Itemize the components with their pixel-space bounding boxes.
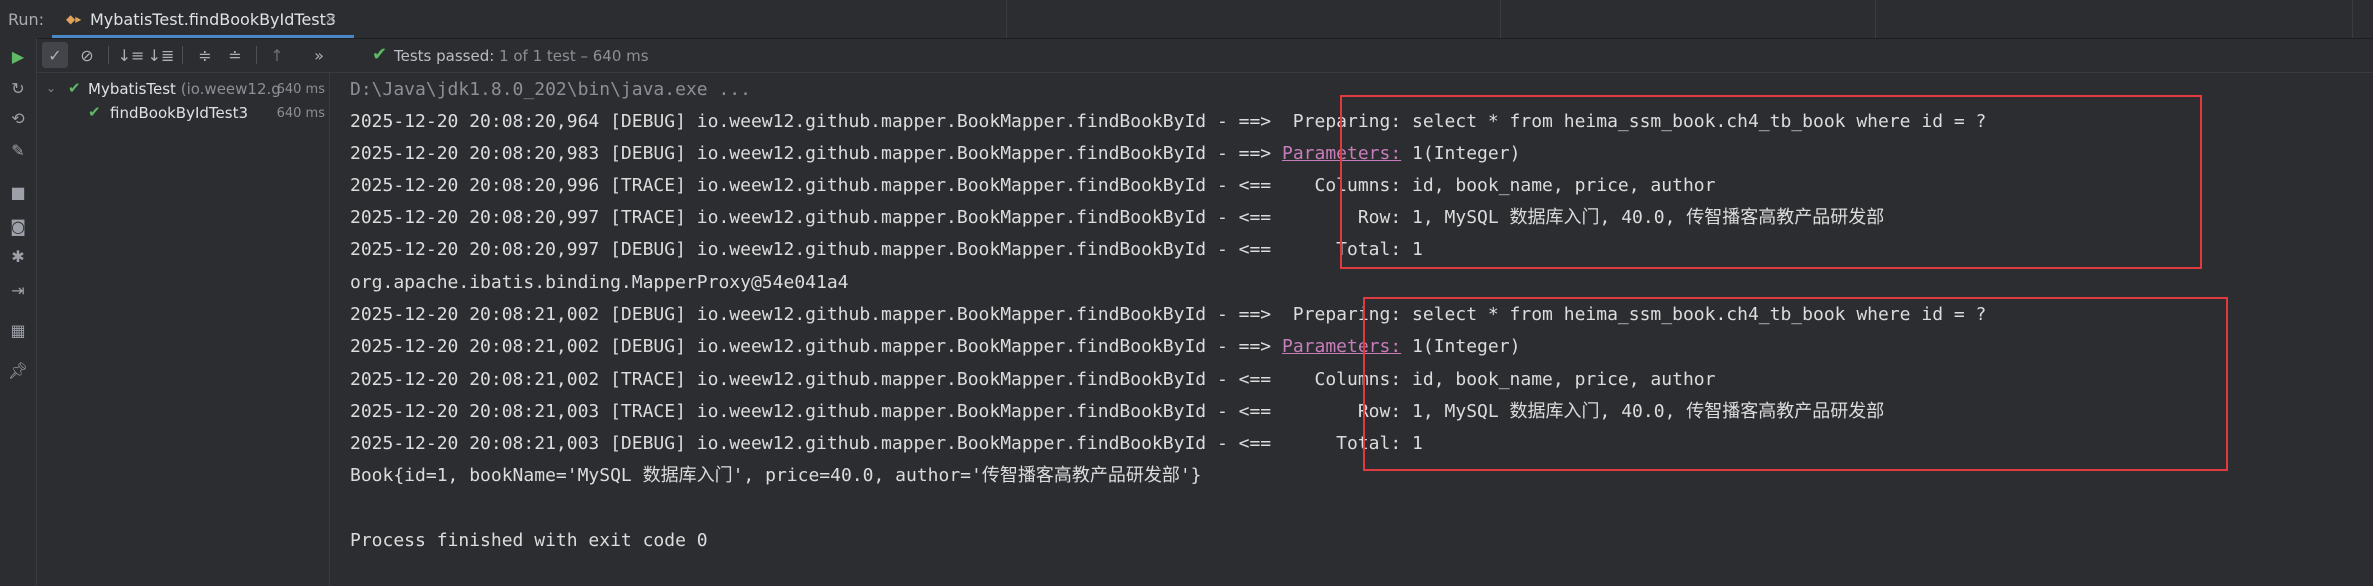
console-text: 2025-12-20 20:08:20,983 [DEBUG] io.weew1… bbox=[350, 143, 1282, 164]
chevron-down-icon[interactable]: ⌄ bbox=[46, 81, 56, 95]
stop-icon[interactable]: ■ bbox=[6, 180, 30, 204]
more-icon[interactable]: » bbox=[306, 42, 332, 68]
sort-alpha-icon[interactable]: ↓≡ bbox=[118, 42, 145, 68]
toolbar-divider bbox=[108, 46, 109, 64]
toggle-auto-test-icon[interactable]: ⟲ bbox=[6, 106, 30, 130]
tab-run-configuration[interactable]: ◆▸ MybatisTest.findBookByIdTest3 × bbox=[52, 0, 354, 38]
test-method-label: findBookByIdTest3 bbox=[110, 104, 249, 122]
toolbar-divider bbox=[256, 46, 257, 64]
check-icon: ✔ bbox=[68, 79, 81, 97]
run-tool-window-header: Run: ◆▸ MybatisTest.findBookByIdTest3 × bbox=[0, 0, 2373, 39]
close-icon[interactable]: × bbox=[324, 9, 337, 28]
test-tree: ⌄ ✔ MybatisTest (io.weew12.g 640 ms ✔ fi… bbox=[36, 73, 330, 586]
console-text: Book{id=1, bookName='MySQL 数据库入门', price… bbox=[350, 465, 1202, 486]
status-passed-label: Tests passed: bbox=[394, 47, 495, 65]
test-status: Tests passed: 1 of 1 test – 640 ms bbox=[394, 47, 649, 65]
expand-all-icon[interactable]: ≑ bbox=[192, 42, 218, 68]
tab-title: MybatisTest.findBookByIdTest3 bbox=[90, 10, 337, 29]
test-tree-item[interactable]: ✔ findBookByIdTest3 640 ms bbox=[36, 101, 329, 125]
test-class-package: (io.weew12.g bbox=[180, 80, 281, 98]
console-line: 2025-12-20 20:08:20,997 [DEBUG] io.weew1… bbox=[350, 238, 1423, 262]
highlight-box bbox=[1363, 297, 2228, 471]
wrench-icon[interactable]: ✎ bbox=[6, 138, 30, 162]
console-line: 2025-12-20 20:08:21,003 [DEBUG] io.weew1… bbox=[350, 432, 1423, 456]
camera-icon[interactable]: ◙ bbox=[6, 214, 30, 238]
toolbar-divider bbox=[182, 46, 183, 64]
test-method-duration: 640 ms bbox=[276, 106, 325, 121]
console-text: 2025-12-20 20:08:21,003 [DEBUG] io.weew1… bbox=[350, 433, 1423, 454]
console-line: Process finished with exit code 0 bbox=[350, 529, 708, 553]
console-text: org.apache.ibatis.binding.MapperProxy@54… bbox=[350, 272, 849, 293]
console-line: org.apache.ibatis.binding.MapperProxy@54… bbox=[350, 271, 849, 295]
header-divider bbox=[1875, 0, 1876, 38]
check-icon: ✔ bbox=[372, 44, 388, 65]
debug-icon[interactable]: ✱ bbox=[6, 244, 30, 268]
rerun-failed-icon[interactable]: ↻ bbox=[6, 76, 30, 100]
console-line: 2025-12-20 20:08:21,002 [DEBUG] io.weew1… bbox=[350, 335, 1520, 359]
show-passed-icon[interactable]: ✓ bbox=[42, 42, 68, 68]
highlight-box bbox=[1340, 95, 2202, 269]
exit-icon[interactable]: ⇥ bbox=[6, 278, 30, 302]
console-text: 2025-12-20 20:08:20,997 [DEBUG] io.weew1… bbox=[350, 239, 1423, 260]
console-text: Process finished with exit code 0 bbox=[350, 530, 708, 551]
layout-icon[interactable]: ▦ bbox=[6, 318, 30, 342]
run-label: Run: bbox=[8, 10, 45, 29]
run-icon[interactable]: ▶ bbox=[6, 44, 30, 68]
check-icon: ✔ bbox=[88, 103, 101, 121]
status-count: 1 of 1 test – 640 ms bbox=[499, 47, 649, 65]
console-line: Book{id=1, bookName='MySQL 数据库入门', price… bbox=[350, 464, 1202, 488]
show-ignored-icon[interactable]: ⊘ bbox=[74, 42, 100, 68]
collapse-all-icon[interactable]: ≐ bbox=[222, 42, 248, 68]
console-text: 2025-12-20 20:08:21,002 [DEBUG] io.weew1… bbox=[350, 336, 1282, 357]
test-class-label: MybatisTest (io.weew12.g bbox=[88, 80, 281, 98]
test-config-icon: ◆▸ bbox=[66, 12, 82, 26]
prev-failed-icon[interactable]: ↑ bbox=[264, 42, 290, 68]
left-toolbar: ▶ ↻ ⟲ ✎ ■ ◙ ✱ ⇥ ▦ 📌︎ bbox=[0, 38, 37, 586]
test-tree-root[interactable]: ⌄ ✔ MybatisTest (io.weew12.g 640 ms bbox=[36, 77, 329, 101]
test-toolbar: ✓ ⊘ ↓≡ ↓≣ ≑ ≐ ↑ » ✔ Tests passed: 1 of 1… bbox=[36, 38, 2373, 73]
console-command-line: D:\Java\jdk1.8.0_202\bin\java.exe ... bbox=[350, 79, 751, 100]
pin-icon[interactable]: 📌︎ bbox=[6, 358, 30, 382]
header-divider bbox=[1500, 0, 1501, 38]
test-class-name: MybatisTest bbox=[88, 80, 176, 98]
header-divider bbox=[2352, 0, 2353, 38]
sort-duration-icon[interactable]: ↓≣ bbox=[148, 42, 175, 68]
header-divider bbox=[1006, 0, 1007, 38]
console-output[interactable]: D:\Java\jdk1.8.0_202\bin\java.exe ... 20… bbox=[330, 73, 2373, 586]
test-class-duration: 640 ms bbox=[276, 82, 325, 97]
